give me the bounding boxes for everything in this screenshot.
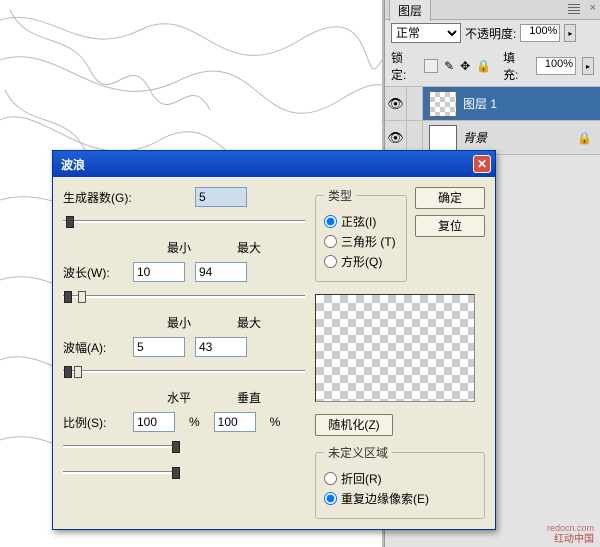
type-tri-label: 三角形 (T) bbox=[341, 233, 396, 250]
lock-all-icon[interactable]: 🔒 bbox=[476, 59, 491, 73]
wavelength-slider[interactable] bbox=[63, 290, 305, 304]
generators-slider[interactable] bbox=[63, 215, 305, 229]
type-fieldset: 类型 正弦(I) 三角形 (T) 方形(Q) bbox=[315, 187, 407, 282]
close-icon[interactable]: ✕ bbox=[473, 155, 491, 173]
scale-h-input[interactable] bbox=[133, 412, 175, 432]
lock-label: 锁定: bbox=[391, 49, 418, 83]
panel-close-icon[interactable]: × bbox=[590, 2, 596, 14]
lock-move-icon[interactable]: ✥ bbox=[460, 59, 470, 73]
tab-layers[interactable]: 图层 bbox=[389, 0, 431, 21]
opacity-label: 不透明度: bbox=[465, 25, 516, 42]
layer-thumb[interactable] bbox=[429, 91, 457, 117]
amplitude-min-input[interactable] bbox=[133, 337, 185, 357]
lock-transparency-icon[interactable] bbox=[424, 59, 438, 73]
wavelength-max-input[interactable] bbox=[195, 262, 247, 282]
fill-label: 填充: bbox=[503, 49, 530, 83]
type-tri-radio[interactable] bbox=[324, 235, 337, 248]
undef-repeat-radio[interactable] bbox=[324, 492, 337, 505]
randomize-button[interactable]: 随机化(Z) bbox=[315, 414, 393, 436]
type-sine-radio[interactable] bbox=[324, 215, 337, 228]
eye-icon[interactable]: 👁 bbox=[385, 87, 407, 120]
pct: % bbox=[270, 415, 281, 429]
opacity-dropdown-icon[interactable]: ▸ bbox=[564, 24, 576, 42]
wave-dialog: 波浪 ✕ 生成器数(G): 最小 最大 波长(W): bbox=[52, 150, 496, 530]
lock-icon: 🔒 bbox=[577, 131, 592, 145]
wavelength-label: 波长(W): bbox=[63, 264, 123, 281]
undef-fieldset: 未定义区域 折回(R) 重复边缘像索(E) bbox=[315, 444, 485, 519]
max-header: 最大 bbox=[223, 314, 275, 331]
amplitude-slider[interactable] bbox=[63, 365, 305, 379]
vert-header: 垂直 bbox=[223, 389, 275, 406]
blend-mode-select[interactable]: 正常 bbox=[391, 23, 461, 43]
generators-label: 生成器数(G): bbox=[63, 189, 143, 206]
link-col[interactable] bbox=[407, 87, 423, 120]
horiz-header: 水平 bbox=[153, 389, 205, 406]
dialog-title: 波浪 bbox=[61, 156, 85, 173]
panel-menu-icon[interactable] bbox=[568, 4, 580, 14]
max-header: 最大 bbox=[223, 239, 275, 256]
undef-repeat-label: 重复边缘像索(E) bbox=[341, 490, 429, 507]
opacity-value[interactable]: 100% bbox=[520, 24, 560, 42]
min-header: 最小 bbox=[153, 314, 205, 331]
layer-thumb[interactable] bbox=[429, 125, 457, 151]
preview-box bbox=[315, 294, 475, 402]
panel-tabs: 图层 × bbox=[385, 0, 600, 20]
type-legend: 类型 bbox=[324, 187, 356, 204]
lock-brush-icon[interactable]: ✎ bbox=[444, 59, 454, 73]
scale-label: 比例(S): bbox=[63, 414, 123, 431]
scale-v-slider[interactable] bbox=[63, 466, 179, 480]
layer-name[interactable]: 背景 bbox=[463, 129, 577, 146]
undef-wrap-label: 折回(R) bbox=[341, 470, 382, 487]
amplitude-max-input[interactable] bbox=[195, 337, 247, 357]
amplitude-label: 波幅(A): bbox=[63, 339, 123, 356]
type-square-label: 方形(Q) bbox=[341, 253, 382, 270]
ok-button[interactable]: 确定 bbox=[415, 187, 485, 209]
pct: % bbox=[189, 415, 200, 429]
type-sine-label: 正弦(I) bbox=[341, 213, 376, 230]
type-square-radio[interactable] bbox=[324, 255, 337, 268]
undef-wrap-radio[interactable] bbox=[324, 472, 337, 485]
reset-button[interactable]: 复位 bbox=[415, 215, 485, 237]
dialog-titlebar[interactable]: 波浪 ✕ bbox=[53, 151, 495, 177]
wavelength-min-input[interactable] bbox=[133, 262, 185, 282]
scale-v-input[interactable] bbox=[214, 412, 256, 432]
undef-legend: 未定义区域 bbox=[324, 444, 392, 461]
fill-value[interactable]: 100% bbox=[536, 57, 576, 75]
watermark2: 红动中国 bbox=[554, 530, 594, 545]
fill-dropdown-icon[interactable]: ▸ bbox=[582, 57, 594, 75]
scale-h-slider[interactable] bbox=[63, 440, 179, 454]
generators-input[interactable] bbox=[195, 187, 247, 207]
layers-list: 👁 图层 1 👁 背景 🔒 bbox=[385, 87, 600, 155]
layer-name[interactable]: 图层 1 bbox=[463, 95, 600, 112]
min-header: 最小 bbox=[153, 239, 205, 256]
layer-row[interactable]: 👁 图层 1 bbox=[385, 87, 600, 121]
